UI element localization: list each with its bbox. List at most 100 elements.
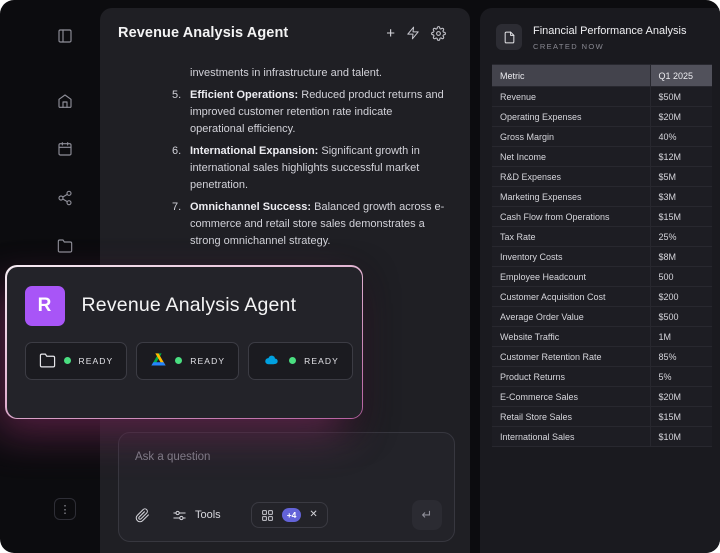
- app-window: ⋮ Revenue Analysis Agent + investments i…: [0, 0, 720, 553]
- metric-name: International Sales: [492, 426, 651, 447]
- metric-name: Net Income: [492, 146, 651, 167]
- report-header: Financial Performance Analysis CREATED N…: [492, 22, 712, 64]
- status-badge: READY: [304, 355, 339, 366]
- agent-card-header: R Revenue Analysis Agent: [24, 285, 344, 326]
- metric-value: $20M: [650, 106, 712, 127]
- list-item-number: 7.: [172, 201, 182, 213]
- settings-gear-icon[interactable]: [431, 25, 446, 41]
- table-row: Tax Rate 25%: [492, 226, 712, 247]
- selected-tools-chip[interactable]: +4 ✕: [250, 502, 328, 528]
- connector-google-drive[interactable]: READY: [136, 341, 240, 380]
- agent-title: Revenue Analysis Agent: [81, 294, 297, 316]
- tools-button[interactable]: Tools: [172, 508, 221, 523]
- metric-value: 25%: [650, 226, 712, 247]
- share-nodes-icon[interactable]: [57, 190, 73, 206]
- list-item: 7. Omnichannel Success: Balanced growth a…: [172, 199, 448, 250]
- table-row: Customer Acquisition Cost $200: [492, 286, 712, 307]
- metric-name: Revenue: [492, 86, 651, 107]
- composer-toolbar: Tools +4 ✕ ↵: [135, 500, 442, 530]
- add-icon[interactable]: +: [386, 26, 395, 41]
- list-item-text: Omnichannel Success: Balanced growth acr…: [190, 201, 445, 247]
- connector-salesforce[interactable]: READY: [248, 341, 353, 380]
- metric-value: 1M: [650, 326, 712, 347]
- calendar-icon[interactable]: [57, 141, 73, 157]
- table-row: Employee Headcount 500: [492, 266, 712, 287]
- metric-value: 500: [650, 266, 712, 287]
- metric-name: Employee Headcount: [492, 266, 651, 287]
- metrics-table: Metric Q1 2025 Revenue $50M Operating Expe…: [492, 64, 712, 447]
- composer[interactable]: Ask a question Tools +4 ✕ ↵: [118, 432, 455, 542]
- table-row: Average Order Value $500: [492, 306, 712, 327]
- panel-toggle-icon[interactable]: [57, 28, 73, 44]
- metric-name: Inventory Costs: [492, 246, 651, 267]
- zap-icon[interactable]: [406, 26, 420, 40]
- metric-value: $5M: [650, 166, 712, 187]
- report-panel: Financial Performance Analysis CREATED N…: [480, 8, 720, 553]
- list-item-text: Efficient Operations: Reduced product re…: [190, 89, 444, 135]
- document-icon: [496, 24, 522, 50]
- metric-value: 85%: [650, 346, 712, 367]
- table-row: E-Commerce Sales $20M: [492, 386, 712, 407]
- salesforce-cloud-icon: [262, 352, 281, 369]
- metric-name: Gross Margin: [492, 126, 651, 147]
- chat-header: Revenue Analysis Agent +: [100, 8, 470, 49]
- list-item-number: 5.: [172, 89, 182, 101]
- close-icon[interactable]: ✕: [309, 510, 317, 520]
- column-header-metric: Metric: [492, 64, 651, 87]
- status-badge: READY: [190, 355, 226, 366]
- sliders-icon: [172, 508, 187, 523]
- metric-name: Product Returns: [492, 366, 651, 387]
- grid-icon: [261, 509, 274, 522]
- more-menu-icon[interactable]: ⋮: [54, 498, 76, 520]
- transcript-list: 5. Efficient Operations: Reduced product …: [172, 87, 448, 250]
- list-item-text: International Expansion: Significant gro…: [190, 145, 420, 191]
- folder-icon: [39, 352, 56, 369]
- table-row: R&D Expenses $5M: [492, 166, 712, 187]
- table-row: Marketing Expenses $3M: [492, 186, 712, 207]
- metric-value: $3M: [650, 186, 712, 207]
- metric-name: E-Commerce Sales: [492, 386, 651, 407]
- question-input[interactable]: Ask a question: [135, 451, 438, 463]
- tool-count-badge: +4: [281, 508, 302, 522]
- folder-icon[interactable]: [57, 238, 73, 254]
- table-row: Product Returns 5%: [492, 366, 712, 387]
- tools-label: Tools: [195, 509, 221, 521]
- status-dot: [63, 357, 71, 364]
- metric-value: 5%: [650, 366, 712, 387]
- report-title-block: Financial Performance Analysis CREATED N…: [533, 24, 686, 51]
- metric-value: $12M: [650, 146, 712, 167]
- metric-value: 40%: [650, 126, 712, 147]
- status-dot: [289, 357, 297, 364]
- metric-value: $10M: [650, 426, 712, 447]
- connector-chips: READY READY READY: [24, 341, 353, 380]
- home-icon[interactable]: [57, 93, 73, 109]
- attachment-paperclip-icon[interactable]: [135, 507, 150, 523]
- status-badge: READY: [78, 355, 114, 366]
- paragraph-continuation: investments in infrastructure and talent…: [190, 67, 382, 79]
- list-item: 6. International Expansion: Significant g…: [172, 143, 448, 194]
- send-button[interactable]: ↵: [412, 500, 442, 530]
- metric-name: Average Order Value: [492, 306, 651, 327]
- table-row: Operating Expenses $20M: [492, 106, 712, 127]
- transcript: investments in infrastructure and talent…: [172, 65, 448, 250]
- report-subtitle: CREATED NOW: [533, 42, 605, 51]
- list-item: 5. Efficient Operations: Reduced product …: [172, 87, 448, 138]
- metric-name: Retail Store Sales: [492, 406, 651, 427]
- metric-name: Website Traffic: [492, 326, 651, 347]
- table-row: Cash Flow from Operations $15M: [492, 206, 712, 227]
- metric-value: $8M: [650, 246, 712, 267]
- avatar: R: [24, 285, 65, 326]
- list-item-number: 6.: [172, 145, 182, 157]
- report-title: Financial Performance Analysis: [533, 25, 687, 37]
- table-row: Revenue $50M: [492, 86, 712, 107]
- table-row: Website Traffic 1M: [492, 326, 712, 347]
- table-row: International Sales $10M: [492, 426, 712, 447]
- metric-value: $15M: [650, 406, 712, 427]
- metrics-table-body: Revenue $50M Operating Expenses $20M Gross M…: [492, 86, 712, 447]
- metric-value: $200: [650, 286, 712, 307]
- connector-folder[interactable]: READY: [24, 341, 128, 380]
- metric-name: Cash Flow from Operations: [492, 206, 651, 227]
- agent-card-body: R Revenue Analysis Agent READY READY REA…: [6, 266, 362, 418]
- page-title: Revenue Analysis Agent: [118, 25, 289, 41]
- column-header-q1-2025: Q1 2025: [650, 64, 712, 87]
